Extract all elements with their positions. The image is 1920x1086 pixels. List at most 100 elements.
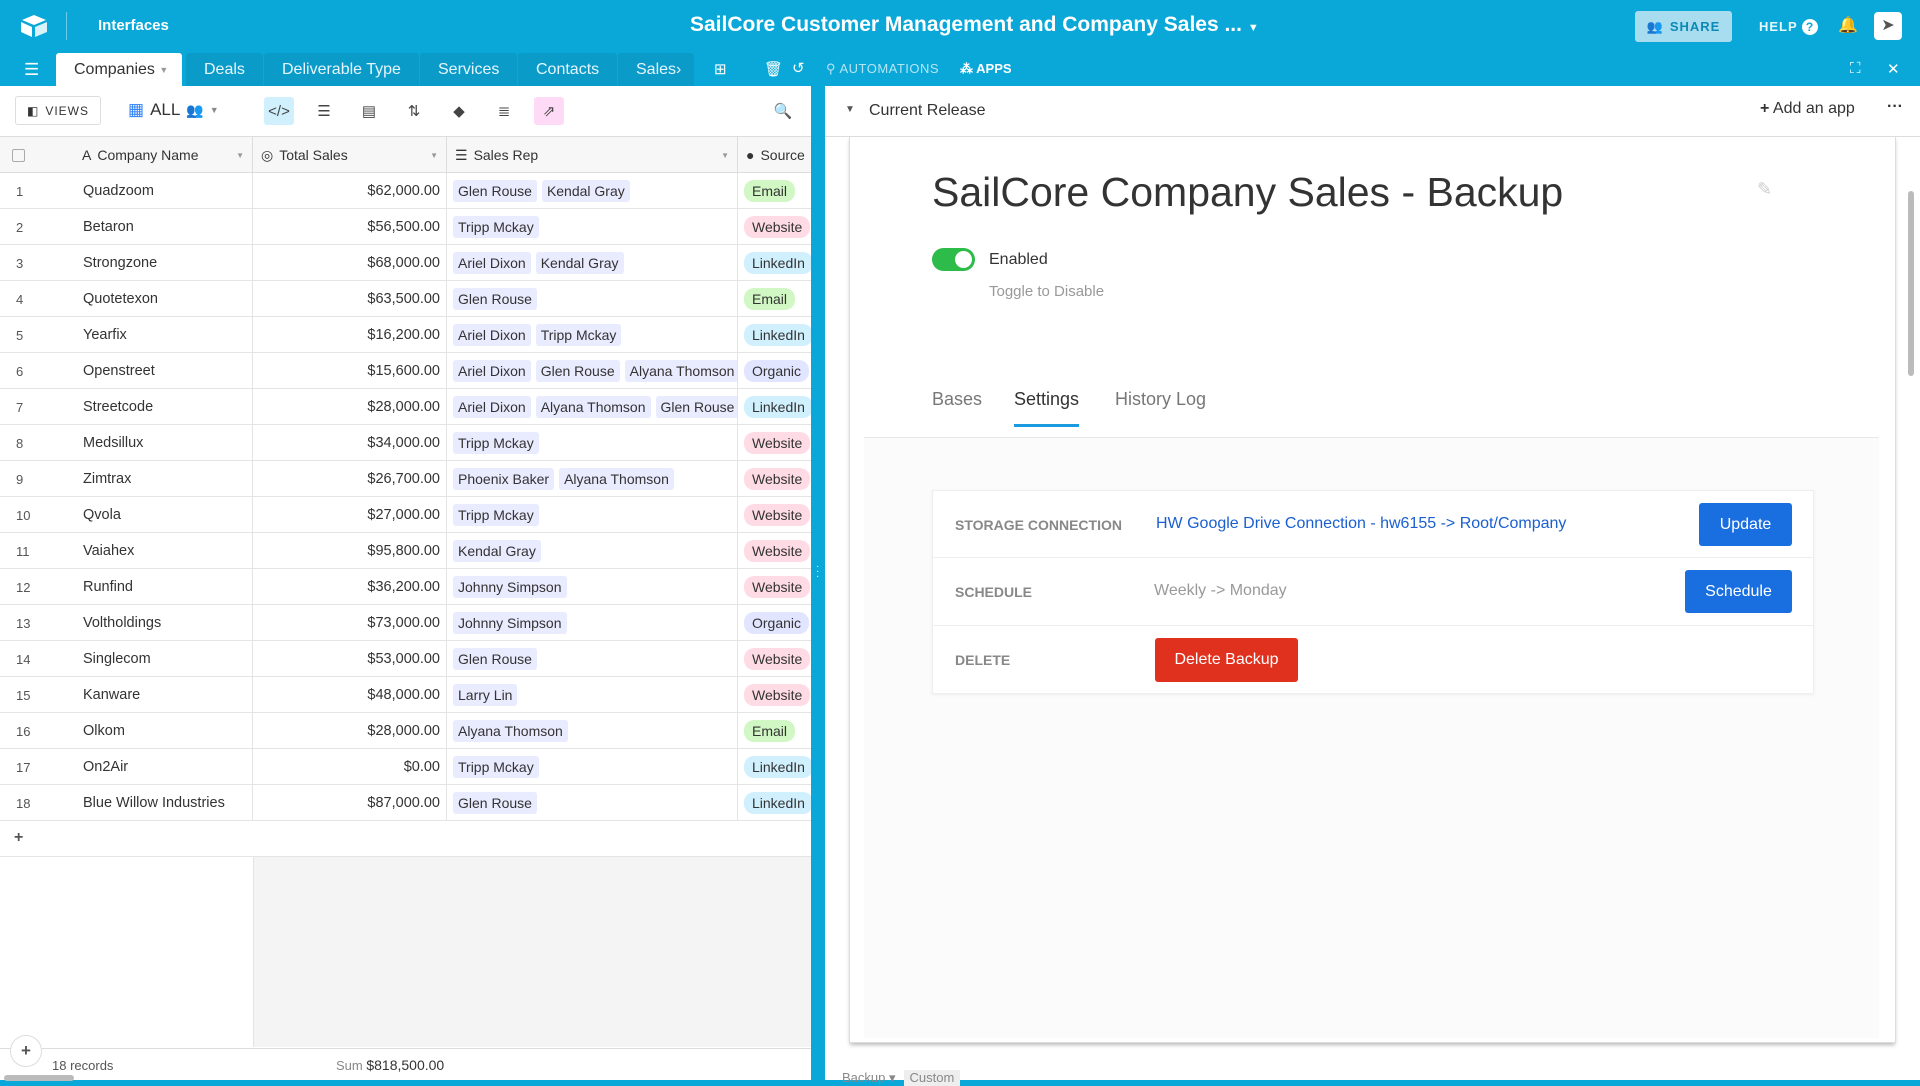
sales-rep-chip[interactable]: Alyana Thomson	[453, 720, 568, 742]
company-name-cell[interactable]: Quotetexon	[70, 281, 253, 317]
table-row[interactable]: 15 Kanware $48,000.00 Larry Lin Website	[0, 677, 811, 713]
sales-rep-chip[interactable]: Johnny Simpson	[453, 576, 567, 598]
source-cell[interactable]: Email	[738, 173, 811, 209]
sales-rep-chip[interactable]: Tripp Mckay	[453, 216, 539, 238]
sales-rep-cell[interactable]: Larry Lin	[447, 677, 738, 713]
source-cell[interactable]: Website	[738, 497, 811, 533]
total-sales-cell[interactable]: $48,000.00	[253, 677, 447, 713]
share-view-icon[interactable]: ⇗	[534, 97, 564, 125]
tab-deals[interactable]: Deals	[186, 53, 263, 86]
tab-deliverable-type[interactable]: Deliverable Type	[264, 53, 419, 86]
automations-button[interactable]: ⚲ AUTOMATIONS	[826, 61, 939, 77]
tab-settings[interactable]: Settings	[1014, 389, 1080, 427]
sales-rep-chip[interactable]: Glen Rouse	[453, 180, 537, 202]
source-cell[interactable]: LinkedIn	[738, 245, 811, 281]
sales-rep-cell[interactable]: Glen Rouse Kendal Gray	[447, 173, 738, 209]
source-cell[interactable]: Organic	[738, 605, 811, 641]
vertical-scrollbar[interactable]	[1908, 191, 1914, 376]
tab-bases[interactable]: Bases	[932, 389, 982, 410]
add-app-button[interactable]: + Add an app	[1760, 100, 1855, 118]
group-icon[interactable]: ▤	[354, 97, 384, 125]
total-sales-cell[interactable]: $28,000.00	[253, 389, 447, 425]
company-name-cell[interactable]: Zimtrax	[70, 461, 253, 497]
total-sales-cell[interactable]: $26,700.00	[253, 461, 447, 497]
company-name-cell[interactable]: Qvola	[70, 497, 253, 533]
table-row[interactable]: 9 Zimtrax $26,700.00 Phoenix Baker Alyana…	[0, 461, 811, 497]
table-row[interactable]: 7 Streetcode $28,000.00 Ariel Dixon Alyan…	[0, 389, 811, 425]
backup-dropdown[interactable]: Backup ▾	[842, 1070, 896, 1086]
sales-rep-cell[interactable]: Johnny Simpson	[447, 569, 738, 605]
sales-rep-cell[interactable]: Tripp Mckay	[447, 209, 738, 245]
source-cell[interactable]: Website	[738, 677, 811, 713]
company-name-cell[interactable]: Singlecom	[70, 641, 253, 677]
sales-rep-chip[interactable]: Tripp Mckay	[535, 324, 622, 346]
sales-rep-chip[interactable]: Alyana Thomson	[535, 396, 651, 418]
trash-icon[interactable]: 🗑	[764, 60, 783, 78]
table-row[interactable]: 10 Qvola $27,000.00 Tripp Mckay Website	[0, 497, 811, 533]
bell-icon[interactable]: 🔔	[1838, 15, 1858, 35]
total-sales-cell[interactable]: $34,000.00	[253, 425, 447, 461]
sales-rep-chip[interactable]: Kendal Gray	[535, 252, 624, 274]
horizontal-scrollbar[interactable]	[4, 1075, 74, 1081]
views-button[interactable]: ◧ VIEWS	[15, 96, 101, 125]
sales-rep-chip[interactable]: Kendal Gray	[541, 180, 630, 202]
sales-rep-chip[interactable]: Glen Rouse	[655, 396, 737, 418]
source-cell[interactable]: LinkedIn	[738, 749, 811, 785]
avatar[interactable]: ➤	[1874, 12, 1902, 40]
sales-rep-chip[interactable]: Johnny Simpson	[453, 612, 567, 634]
source-cell[interactable]: Organic	[738, 353, 811, 389]
sales-rep-chip[interactable]: Tripp Mckay	[453, 756, 539, 778]
sort-icon[interactable]: ⇅	[399, 97, 429, 125]
sales-rep-cell[interactable]: Johnny Simpson	[447, 605, 738, 641]
total-sales-cell[interactable]: $16,200.00	[253, 317, 447, 353]
search-icon[interactable]: 🔍	[768, 97, 798, 125]
table-row[interactable]: 6 Openstreet $15,600.00 Ariel Dixon Glen …	[0, 353, 811, 389]
schedule-button[interactable]: Schedule	[1685, 570, 1792, 613]
source-cell[interactable]: LinkedIn	[738, 317, 811, 353]
sales-rep-chip[interactable]: Ariel Dixon	[453, 360, 531, 382]
company-name-cell[interactable]: On2Air	[70, 749, 253, 785]
sales-rep-chip[interactable]: Ariel Dixon	[453, 324, 531, 346]
source-cell[interactable]: LinkedIn	[738, 389, 811, 425]
sales-rep-chip[interactable]: Glen Rouse	[453, 288, 537, 310]
update-button[interactable]: Update	[1699, 503, 1792, 546]
hide-fields-icon[interactable]: </>	[264, 97, 294, 125]
panel-resize-handle[interactable]: · · ·	[811, 86, 825, 1080]
chevron-right-icon[interactable]: ›	[676, 61, 681, 79]
sales-rep-cell[interactable]: Glen Rouse	[447, 281, 738, 317]
sales-rep-chip[interactable]: Phoenix Baker	[453, 468, 555, 490]
total-sales-cell[interactable]: $56,500.00	[253, 209, 447, 245]
table-row[interactable]: 1 Quadzoom $62,000.00 Glen Rouse Kendal G…	[0, 173, 811, 209]
sales-rep-chip[interactable]: Glen Rouse	[535, 360, 620, 382]
add-record-button[interactable]: +	[10, 1035, 42, 1067]
total-sales-cell[interactable]: $27,000.00	[253, 497, 447, 533]
sales-rep-cell[interactable]: Ariel Dixon Tripp Mckay	[447, 317, 738, 353]
fullscreen-icon[interactable]: ⛶	[1850, 60, 1861, 77]
sales-rep-cell[interactable]: Kendal Gray	[447, 533, 738, 569]
company-name-cell[interactable]: Olkom	[70, 713, 253, 749]
sales-rep-chip[interactable]: Glen Rouse	[453, 648, 537, 670]
company-name-cell[interactable]: Strongzone	[70, 245, 253, 281]
sales-rep-cell[interactable]: Ariel Dixon Kendal Gray	[447, 245, 738, 281]
company-name-cell[interactable]: Betaron	[70, 209, 253, 245]
base-title[interactable]: SailCore Customer Management and Company…	[690, 13, 1259, 37]
column-total-sales[interactable]: ◎ Total Sales ▼	[253, 137, 447, 173]
sales-rep-chip[interactable]: Ariel Dixon	[453, 252, 531, 274]
sales-rep-chip[interactable]: Alyana Thomson	[624, 360, 737, 382]
sales-rep-cell[interactable]: Ariel Dixon Alyana Thomson Glen Rouse	[447, 389, 738, 425]
sales-rep-chip[interactable]: Ariel Dixon	[453, 396, 531, 418]
view-switcher[interactable]: ▦ ALL 👥 ▼	[128, 100, 219, 120]
close-icon[interactable]: ✕	[1887, 60, 1900, 78]
table-row[interactable]: 8 Medsillux $34,000.00 Tripp Mckay Websi…	[0, 425, 811, 461]
total-sales-cell[interactable]: $95,800.00	[253, 533, 447, 569]
total-sales-cell[interactable]: $15,600.00	[253, 353, 447, 389]
table-row[interactable]: 17 On2Air $0.00 Tripp Mckay LinkedIn	[0, 749, 811, 785]
source-cell[interactable]: LinkedIn	[738, 785, 811, 821]
menu-icon[interactable]: ☰	[24, 60, 39, 80]
table-row[interactable]: 5 Yearfix $16,200.00 Ariel Dixon Tripp Mc…	[0, 317, 811, 353]
source-cell[interactable]: Website	[738, 533, 811, 569]
source-cell[interactable]: Website	[738, 461, 811, 497]
sales-rep-chip[interactable]: Kendal Gray	[453, 540, 541, 562]
column-company-name[interactable]: A Company Name ▼	[70, 137, 253, 173]
custom-tag[interactable]: Custom	[903, 1070, 961, 1086]
